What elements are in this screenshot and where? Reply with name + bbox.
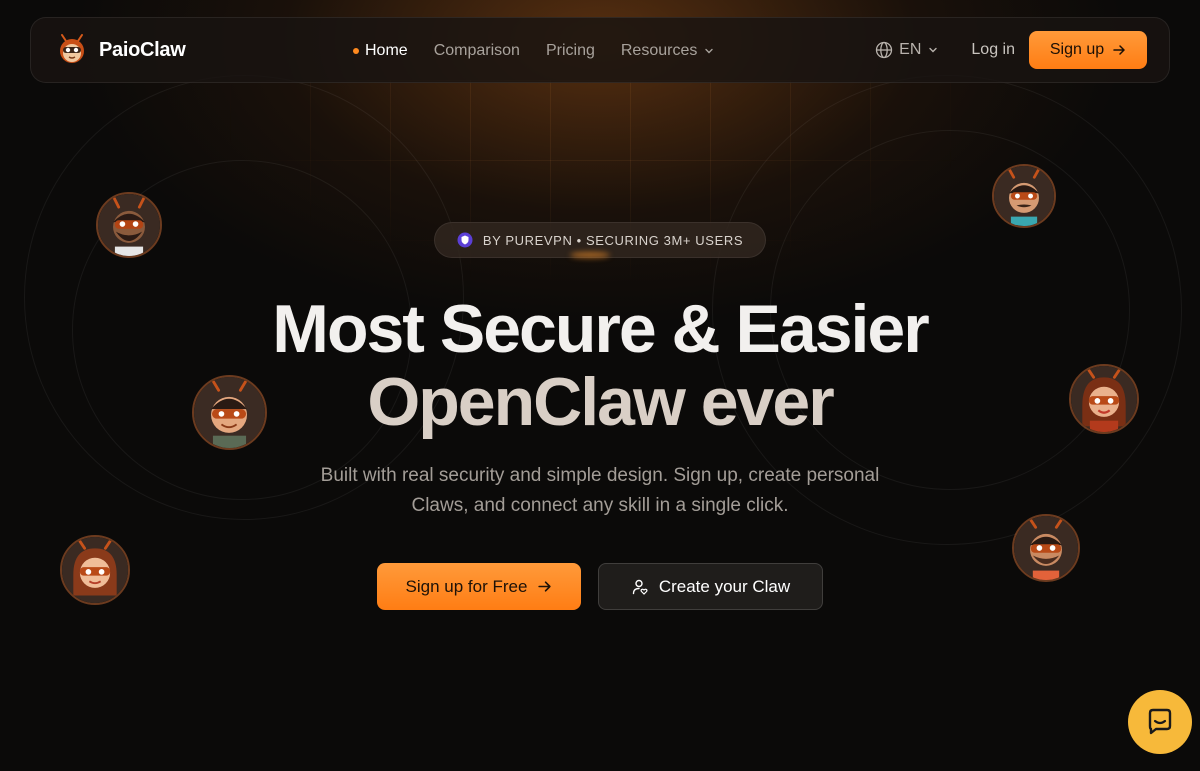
active-dot-icon: [353, 48, 359, 54]
create-claw-label: Create your Claw: [658, 576, 791, 596]
create-claw-button[interactable]: Create your Claw: [598, 563, 823, 610]
chat-bubble-icon: [1148, 708, 1172, 735]
hero-subtitle-line-2: Claws, and connect any skill in a single…: [411, 495, 789, 516]
top-navbar: PaioClaw Home Comparison Pricing Resourc…: [30, 17, 1170, 83]
claw-mascot-icon: [55, 33, 89, 67]
signup-button-label: Sign up: [1049, 41, 1105, 58]
avatar-woman-glasses-left: [60, 535, 130, 605]
arrow-right-icon: [538, 581, 552, 592]
shield-icon: [457, 232, 473, 248]
nav-comparison[interactable]: Comparison: [434, 42, 520, 60]
globe-icon: [876, 41, 893, 59]
signup-button[interactable]: Sign up: [1029, 31, 1147, 69]
nav-pricing-label: Pricing: [545, 42, 595, 59]
nav-actions: EN Log in Sign up: [875, 31, 1147, 69]
avatar-man-beard-right: [1012, 514, 1080, 582]
arrow-right-icon: [1113, 45, 1125, 55]
language-selector[interactable]: EN: [875, 41, 939, 59]
avatar-man-mustache-top-right: [992, 164, 1056, 228]
hero-badge-text: BY PUREVPN • SECURING 3M+ USERS: [482, 232, 744, 248]
language-label: EN: [899, 41, 922, 58]
nav-home-label: Home: [365, 42, 408, 59]
badge-glow: [570, 252, 610, 258]
signup-free-label: Sign up for Free: [405, 576, 528, 596]
avatar-boy-glasses: [192, 375, 267, 450]
hero-title-line-1: Most Secure & Easier: [272, 291, 929, 367]
signup-free-button[interactable]: Sign up for Free: [377, 563, 581, 610]
chevron-down-icon: [705, 48, 714, 54]
nav-resources-label: Resources: [620, 42, 698, 59]
main-menu: Home Comparison Pricing Resources: [353, 18, 715, 84]
nav-comparison-label: Comparison: [433, 42, 520, 59]
avatar-woman-glasses-right: [1069, 364, 1139, 434]
brand-name: PaioClaw: [99, 38, 186, 61]
nav-pricing[interactable]: Pricing: [546, 42, 595, 60]
nav-home[interactable]: Home: [353, 42, 408, 60]
login-link[interactable]: Log in: [971, 41, 1015, 59]
chevron-down-icon: [929, 47, 938, 53]
avatar-man-beard-dark: [96, 192, 162, 258]
nav-resources[interactable]: Resources: [621, 42, 715, 60]
brand-logo[interactable]: PaioClaw: [55, 33, 186, 67]
hero-subtitle-line-1: Built with real security and simple desi…: [320, 465, 880, 486]
user-heart-icon: [632, 579, 648, 595]
hero-title-line-2: OpenClaw ever: [367, 364, 834, 440]
chat-widget-button[interactable]: [1128, 690, 1192, 754]
